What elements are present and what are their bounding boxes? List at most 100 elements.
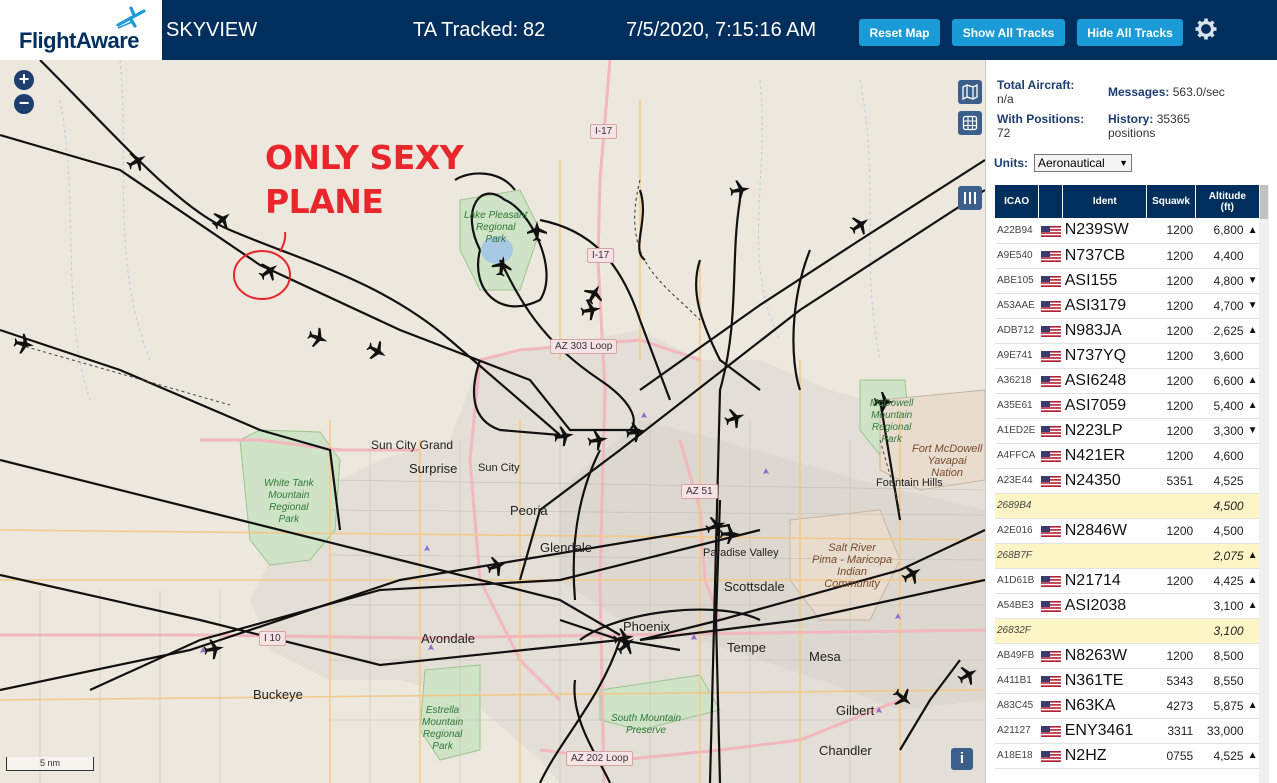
cell-trend [1245, 718, 1260, 744]
cell-trend: ▲ [1245, 593, 1260, 619]
cell-ident: ASI6248 [1062, 368, 1147, 394]
aircraft-icon[interactable] [580, 280, 608, 308]
zoom-in-button[interactable]: + [14, 70, 34, 90]
map-layers-icon[interactable] [958, 80, 982, 104]
cell-altitude: 3,300 [1195, 418, 1246, 444]
aircraft-icon[interactable] [720, 524, 740, 544]
aircraft-icon[interactable] [888, 683, 918, 713]
cell-flag [1038, 393, 1063, 419]
place-label: Mesa [809, 649, 841, 664]
aircraft-icon[interactable] [363, 337, 391, 365]
table-row[interactable]: A9E741 N737YQ 1200 3,600 [995, 343, 1260, 369]
grid-icon[interactable] [958, 111, 982, 135]
aircraft-icon[interactable] [255, 257, 283, 285]
cell-squawk: 1200 [1146, 218, 1196, 244]
aircraft-icon[interactable] [123, 147, 151, 175]
reservation-label-line: Salt River [828, 542, 876, 554]
park-label-line: Mountain [871, 410, 913, 421]
aircraft-icon[interactable] [490, 254, 514, 278]
show-all-tracks-button[interactable]: Show All Tracks [952, 19, 1065, 46]
aircraft-icon[interactable] [624, 420, 648, 444]
aircraft-icon[interactable] [898, 560, 926, 588]
table-row[interactable]: A23E44 N24350 5351 4,525 [995, 468, 1260, 494]
table-row[interactable]: A83C45 N63KA 4273 5,875 ▲ [995, 693, 1260, 719]
park-label-line: Lake Pleasant [464, 210, 528, 221]
table-row[interactable]: 26832F 3,100 [995, 618, 1260, 644]
table-row[interactable]: A1D61B N21714 1200 4,425 ▲ [995, 568, 1260, 594]
reservation-label-line: Yavapai [927, 455, 967, 467]
aircraft-icon[interactable] [552, 424, 576, 448]
aircraft-layer[interactable] [0, 60, 985, 783]
map-view[interactable]: ONLY SEXY PLANE Sun City Grand Surprise … [0, 60, 985, 783]
place-label: Gilbert [836, 703, 875, 718]
table-row[interactable]: 268B7F 2,075 ▲ [995, 543, 1260, 569]
messages-label: Messages: [1108, 85, 1170, 99]
table-row[interactable]: A36218 ASI6248 1200 6,600 ▲ [995, 368, 1260, 394]
aircraft-icon[interactable] [305, 325, 331, 351]
table-row[interactable]: A2E016 N2846W 1200 4,500 [995, 518, 1260, 544]
column-altitude[interactable]: Altitude (ft) [1195, 185, 1261, 218]
cell-altitude: 3,600 [1195, 343, 1246, 369]
table-row[interactable]: A1ED2E N223LP 1200 3,300 ▼ [995, 418, 1260, 444]
table-row[interactable]: AB49FB N8263W 1200 8,500 [995, 643, 1260, 669]
aircraft-icon[interactable] [722, 405, 748, 431]
table-row[interactable]: A9E540 N737CB 1200 4,400 [995, 243, 1260, 269]
table-row[interactable]: A18E18 N2HZ 0755 4,525 ▲ [995, 743, 1260, 769]
table-scrollbar-thumb[interactable] [1260, 185, 1268, 219]
aircraft-icon[interactable] [527, 221, 547, 241]
reservation-label-line: Community [824, 578, 880, 590]
table-row[interactable]: A4FFCA N421ER 1200 4,600 [995, 443, 1260, 469]
units-select[interactable]: Aeronautical ▼ [1034, 154, 1132, 172]
table-row[interactable]: A53AAE ASI3179 1200 4,700 ▼ [995, 293, 1260, 319]
cell-icao: A53AAE [995, 293, 1039, 319]
info-button[interactable]: i [951, 748, 973, 770]
cell-altitude: 4,500 [1195, 493, 1246, 519]
top-bar: FlightAware SKYVIEW TA Tracked: 82 7/5/2… [0, 0, 1277, 60]
us-flag-icon [1040, 425, 1061, 437]
column-icao[interactable]: ICAO [995, 185, 1040, 218]
table-scrollbar[interactable] [1259, 185, 1269, 783]
table-row[interactable]: A54BE3 ASI2038 3,100 ▲ [995, 593, 1260, 619]
aircraft-icon[interactable] [484, 553, 510, 579]
with-positions-value: 72 [997, 126, 1011, 140]
aircraft-icon[interactable] [586, 428, 610, 452]
table-row[interactable]: A22B94 N239SW 1200 6,800 ▲ [995, 218, 1260, 244]
cell-flag [1038, 668, 1063, 694]
column-ident[interactable]: Ident [1062, 185, 1148, 218]
flightaware-logo[interactable]: FlightAware [0, 0, 162, 60]
aircraft-icon[interactable] [846, 211, 874, 239]
reset-map-button[interactable]: Reset Map [859, 19, 940, 46]
table-row[interactable]: A411B1 N361TE 5343 8,550 [995, 668, 1260, 694]
cell-altitude: 4,525 [1195, 743, 1246, 769]
place-label: Avondale [421, 631, 475, 646]
cell-ident: N421ER [1062, 443, 1147, 469]
table-row[interactable]: 2689B4 4,500 [995, 493, 1260, 519]
aircraft-icon[interactable] [728, 178, 752, 202]
cell-squawk: 1200 [1146, 368, 1196, 394]
zoom-out-button[interactable]: − [14, 94, 34, 114]
cell-altitude: 6,600 [1195, 368, 1246, 394]
cell-icao: A1D61B [995, 568, 1039, 594]
ta-tracked-label: TA Tracked: [413, 19, 519, 41]
table-row[interactable]: ABE105 ASI155 1200 4,800 ▼ [995, 268, 1260, 294]
gear-icon[interactable] [1194, 17, 1218, 41]
aircraft-icon[interactable] [207, 205, 237, 235]
cell-icao: 2689B4 [995, 493, 1039, 519]
park-label: McDowell Mountain Regional Park [870, 398, 913, 446]
cell-icao: A21127 [995, 718, 1039, 744]
us-flag-icon [1040, 675, 1061, 687]
table-row[interactable]: A21127 ENY3461 3311 33,000 [995, 718, 1260, 744]
cell-ident: N737YQ [1062, 343, 1147, 369]
hide-all-tracks-button[interactable]: Hide All Tracks [1077, 19, 1183, 46]
cell-ident [1062, 543, 1147, 569]
airport-icon [200, 412, 901, 713]
aircraft-icon[interactable] [12, 332, 36, 356]
aircraft-icon[interactable] [954, 661, 982, 689]
place-label: Scottsdale [724, 579, 785, 594]
table-row[interactable]: ADB712 N983JA 1200 2,625 ▲ [995, 318, 1260, 344]
table-row[interactable]: A35E61 ASI7059 1200 5,400 ▲ [995, 393, 1260, 419]
column-squawk[interactable]: Squawk [1146, 185, 1196, 218]
columns-toggle-icon[interactable] [958, 186, 982, 210]
aircraft-icon[interactable] [202, 637, 226, 661]
park-label-line: Park [881, 434, 902, 445]
